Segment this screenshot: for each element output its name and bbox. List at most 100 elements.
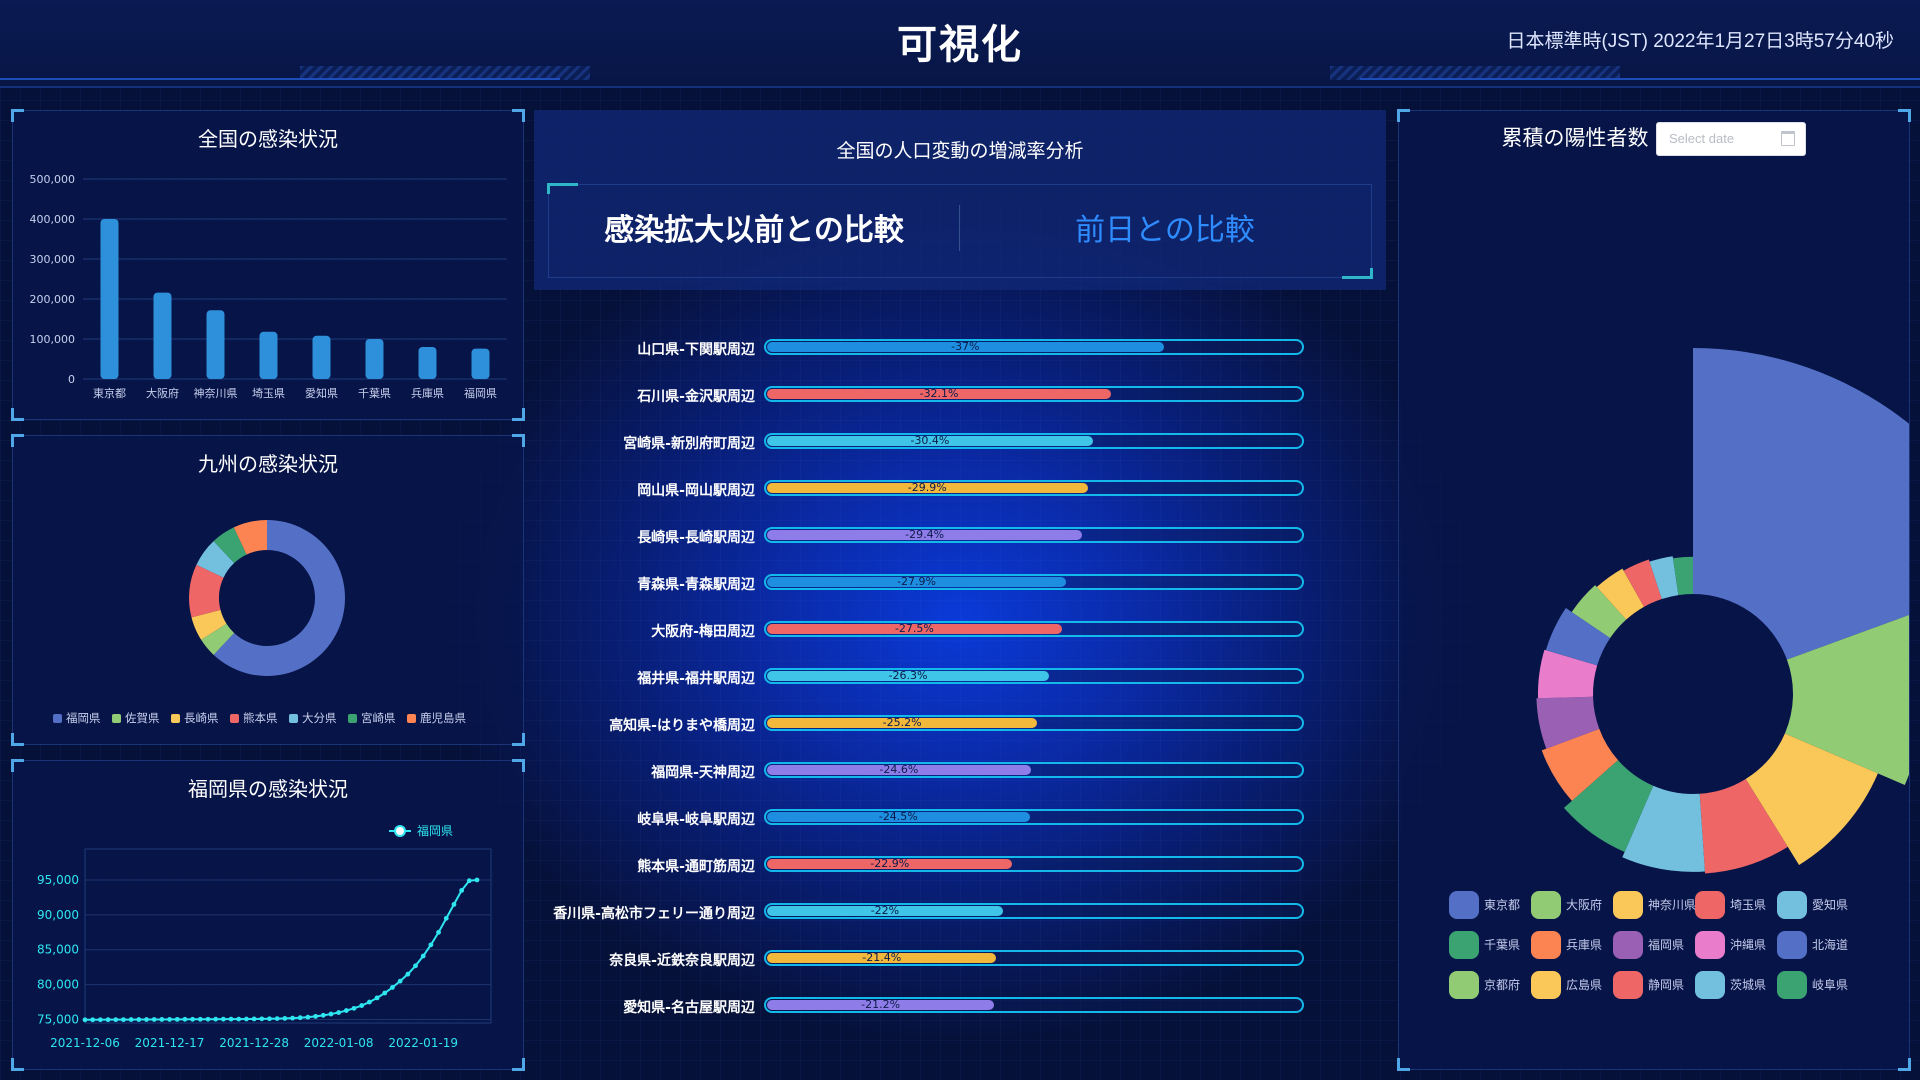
- legend-label: 京都府: [1484, 977, 1520, 992]
- legend-swatch: [1531, 891, 1561, 919]
- y-tick-label: 95,000: [37, 873, 79, 887]
- legend-swatch: [289, 714, 298, 723]
- national-infection-panel: 全国の感染状況 0 100,000 200,000 300,000 400,000 500…: [11, 109, 525, 421]
- header-line-left: [0, 78, 560, 80]
- population-row: 熊本県-通町筋周辺 -22.9%: [540, 853, 1304, 877]
- data-point: [236, 1016, 242, 1022]
- date-picker-input[interactable]: Select date: [1656, 122, 1806, 156]
- calendar-icon[interactable]: [1781, 131, 1795, 146]
- y-tick-label: 80,000: [37, 978, 79, 992]
- data-point: [359, 1003, 365, 1008]
- progress-value-label: -21.4%: [862, 951, 902, 964]
- data-point: [351, 1005, 357, 1011]
- population-row: 愛知県-名古屋駅周辺 -21.2%: [540, 994, 1304, 1018]
- progress-value-label: -24.5%: [878, 810, 918, 823]
- legend-label: 広島県: [1566, 977, 1602, 992]
- data-point: [251, 1016, 257, 1022]
- x-tick-label: 大阪府: [146, 386, 179, 400]
- progress-fill: -21.2%: [767, 998, 995, 1011]
- progress-value-label: -22.9%: [870, 857, 910, 870]
- data-point: [397, 978, 403, 984]
- fukuoka-infection-panel: 福岡県の感染状況 75,000 80,000 85,000 90,000 95,000 2…: [11, 759, 525, 1071]
- progress-value-label: -25.2%: [882, 716, 922, 729]
- data-point: [290, 1015, 295, 1021]
- legend-swatch: [1777, 931, 1807, 959]
- progress-track: -21.4%: [764, 950, 1304, 966]
- row-location-label: 宮崎県-新別府町周辺: [623, 436, 755, 452]
- legend-label: 佐賀県: [125, 711, 160, 725]
- data-point: [136, 1017, 142, 1022]
- legend-label: 鹿児島県: [420, 711, 466, 725]
- data-point: [82, 1017, 88, 1023]
- progress-fill: -37%: [767, 340, 1164, 353]
- progress-fill: -27.5%: [767, 622, 1062, 635]
- data-point: [151, 1017, 157, 1022]
- progress-track: -29.9%: [764, 480, 1304, 496]
- row-location-label: 山口県-下関駅周辺: [637, 342, 755, 358]
- row-location-label: 高知県-はりまや橋周辺: [609, 718, 755, 734]
- legend-label: 大阪府: [1566, 897, 1602, 912]
- tab-previous-day[interactable]: 前日との比較: [960, 205, 1370, 249]
- x-tick-label: 神奈川県: [194, 386, 238, 400]
- date-picker-placeholder: Select date: [1669, 131, 1735, 146]
- jst-clock: 日本標準時(JST) 2022年1月27日3時57分40秒: [1506, 31, 1894, 52]
- progress-track: -37%: [764, 339, 1304, 355]
- header: 可視化 日本標準時(JST) 2022年1月27日3時57分40秒: [0, 0, 1920, 88]
- progress-track: -27.9%: [764, 574, 1304, 590]
- tab-before-outbreak[interactable]: 感染拡大以前との比較: [549, 205, 959, 249]
- y-tick-label: 400,000: [30, 213, 76, 226]
- data-point: [428, 942, 434, 948]
- page-title: 可視化: [897, 22, 1023, 68]
- x-tick-label: 愛知県: [305, 386, 338, 400]
- data-point: [228, 1016, 234, 1022]
- data-point: [182, 1016, 188, 1022]
- population-row: 長崎県-長崎駅周辺 -29.4%: [540, 524, 1304, 548]
- data-point: [336, 1010, 342, 1015]
- row-location-label: 石川県-金沢駅周辺: [637, 389, 755, 405]
- data-point: [328, 1011, 334, 1017]
- progress-fill: -22%: [767, 904, 1003, 917]
- population-row: 石川県-金沢駅周辺 -32.1%: [540, 383, 1304, 407]
- progress-fill: -27.9%: [767, 575, 1067, 588]
- population-row: 大阪府-梅田周辺 -27.5%: [540, 618, 1304, 642]
- legend-swatch: [1449, 931, 1479, 959]
- row-location-label: 福井県-福井駅周辺: [637, 671, 755, 687]
- plot-frame: [84, 848, 492, 1024]
- population-row: 福井県-福井駅周辺 -26.3%: [540, 665, 1304, 689]
- legend-swatch: [53, 714, 62, 723]
- legend-swatch: [1531, 971, 1561, 999]
- cumulative-positive-panel: 東京都 大阪府 神奈川県 埼玉県 愛知県 千葉県 兵庫県 福岡県 沖縄県 北海道 京都府 広島県 静岡県…: [1397, 109, 1911, 1071]
- row-location-label: 愛知県-名古屋駅周辺: [623, 1000, 755, 1016]
- legend-label: 宮崎県: [361, 711, 396, 725]
- data-point: [144, 1017, 149, 1022]
- data-point: [121, 1017, 126, 1023]
- legend-swatch: [1695, 891, 1725, 919]
- data-point: [159, 1017, 165, 1022]
- data-point: [274, 1016, 280, 1022]
- progress-value-label: -29.9%: [907, 481, 947, 494]
- progress-fill: -29.4%: [767, 528, 1083, 541]
- data-point: [113, 1017, 119, 1023]
- legend-label: 福岡県: [66, 711, 101, 725]
- legend-swatch: [1777, 971, 1807, 999]
- legend-label: 福岡県: [1648, 937, 1684, 952]
- legend-swatch: [1613, 891, 1643, 919]
- x-tick-label: 2021-12-17: [135, 1036, 205, 1050]
- x-tick-label: 埼玉県: [252, 386, 285, 400]
- data-point: [466, 878, 472, 884]
- data-point: [190, 1016, 196, 1022]
- data-point: [320, 1012, 326, 1018]
- kyushu-infection-panel: 九州の感染状況 福岡県 佐賀県 長崎県 熊本県 大分県 宮崎県 鹿児島県: [11, 434, 525, 746]
- data-point: [167, 1017, 172, 1022]
- data-point: [436, 929, 441, 935]
- y-tick-label: 75,000: [37, 1013, 79, 1027]
- legend-swatch: [1777, 891, 1807, 919]
- data-point: [259, 1016, 265, 1022]
- bar-大阪府: [153, 292, 172, 379]
- progress-fill: -24.5%: [767, 810, 1030, 823]
- progress-fill: -24.6%: [767, 763, 1031, 776]
- kyushu-donut-chart: 福岡県 佐賀県 長崎県 熊本県 大分県 宮崎県 鹿児島県: [53, 520, 466, 725]
- legend-label: 大分県: [302, 711, 337, 725]
- progress-track: -32.1%: [764, 386, 1304, 402]
- data-point: [366, 999, 372, 1005]
